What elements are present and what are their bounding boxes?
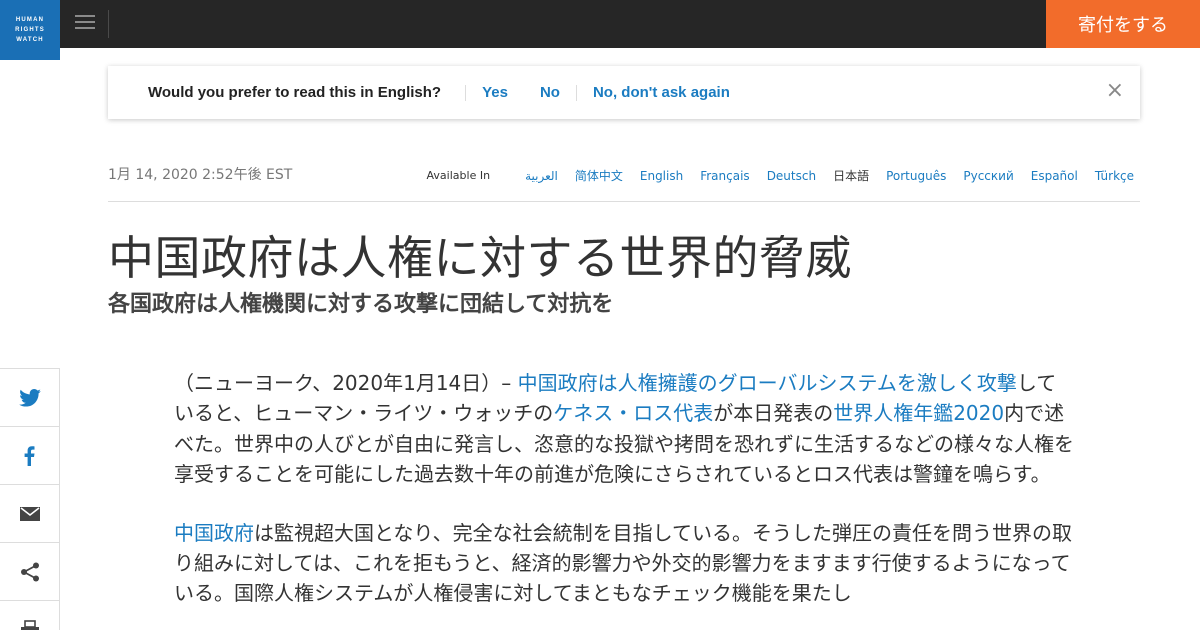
print-button[interactable] (0, 600, 60, 630)
article-link-kenneth-roth[interactable]: ケネス・ロス代表 (553, 401, 713, 425)
article-title: 中国政府は人権に対する世界的脅威 (108, 231, 852, 285)
language-link-portuguese[interactable]: Português (886, 169, 946, 183)
paragraph-text: が本日発表の (713, 401, 834, 426)
language-current-japanese: 日本語 (833, 169, 870, 183)
article-subtitle: 各国政府は人権機関に対する攻撃に団結して対抗を (108, 292, 614, 317)
logo-line: WATCH (16, 37, 44, 43)
share-icon (20, 562, 39, 581)
article-link-attack[interactable]: 中国政府は人権擁護のグローバルシステムを激しく攻撃 (518, 371, 1017, 395)
facebook-share-button[interactable] (0, 426, 60, 485)
meta-divider (108, 201, 1140, 202)
prompt-yes-button[interactable]: Yes (465, 84, 524, 101)
language-link-chinese[interactable]: 简体中文 (575, 167, 623, 184)
article-paragraph: （ニューヨーク、2020年1月14日）– 中国政府は人権擁護のグローバルシステム… (174, 368, 1074, 490)
prompt-dont-ask-button[interactable]: No, don't ask again (575, 84, 746, 101)
close-icon[interactable]: × (1106, 80, 1124, 102)
email-share-button[interactable] (0, 484, 60, 543)
logo-line: HUMAN (15, 17, 45, 23)
share-button[interactable] (0, 542, 60, 601)
language-link-english[interactable]: English (640, 169, 683, 183)
twitter-share-button[interactable] (0, 368, 60, 427)
language-link-arabic[interactable]: العربية (525, 169, 558, 183)
language-link-russian[interactable]: Русский (963, 169, 1013, 183)
hrw-logo[interactable]: HUMAN RIGHTS WATCH (0, 0, 60, 60)
print-icon (20, 619, 39, 630)
language-switcher: Available In العربية 简体中文 English França… (427, 167, 1134, 184)
paragraph-text: （ニューヨーク、2020年1月14日）– (174, 371, 518, 395)
article-paragraph: 中国政府は監視超大国となり、完全な社会統制を目指している。そうした弾圧の責任を問… (174, 518, 1074, 609)
language-prompt-banner: Would you prefer to read this in English… (108, 66, 1140, 119)
language-link-turkish[interactable]: Türkçe (1095, 169, 1134, 183)
donate-button[interactable]: 寄付をする (1046, 0, 1200, 48)
top-navigation-bar: 寄付をする (0, 0, 1200, 48)
email-icon (19, 506, 40, 521)
logo-line: RIGHTS (15, 27, 45, 33)
article-link-china[interactable]: 中国政府 (174, 521, 254, 545)
language-link-german[interactable]: Deutsch (767, 169, 816, 183)
available-in-label: Available In (426, 169, 491, 182)
facebook-icon (24, 445, 35, 466)
language-link-spanish[interactable]: Español (1031, 169, 1078, 183)
language-prompt-question: Would you prefer to read this in English… (148, 84, 442, 101)
article-body: （ニューヨーク、2020年1月14日）– 中国政府は人権擁護のグローバルシステム… (174, 368, 1074, 630)
language-link-french[interactable]: Français (700, 169, 749, 183)
article-date: 1月 14, 2020 2:52午後 EST (108, 167, 293, 183)
article-link-world-report[interactable]: 世界人権年鑑2020 (833, 401, 1004, 425)
twitter-icon (18, 388, 41, 407)
share-bar (0, 368, 60, 630)
menu-icon[interactable] (75, 15, 95, 31)
paragraph-text: は監視超大国となり、完全な社会統制を目指している。そうした弾圧の責任を問う世界の… (174, 520, 1072, 606)
nav-divider (108, 10, 109, 38)
prompt-no-button[interactable]: No (524, 84, 576, 101)
